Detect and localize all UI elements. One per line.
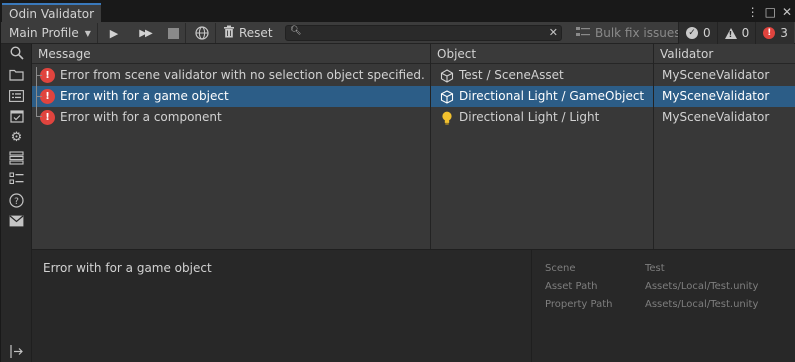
odin-validator-window: Odin Validator ⋮ □ ✕ Main Profile ▼ ▶ ▶▶… <box>0 0 795 362</box>
table-row[interactable]: ! Error with for a game object Direction… <box>32 86 795 107</box>
search-icon[interactable] <box>8 45 25 61</box>
object-cell[interactable]: Directional Light / GameObject <box>440 86 644 107</box>
error-count-toggle[interactable]: ! 3 <box>755 22 794 44</box>
maximize-icon[interactable]: □ <box>765 5 776 19</box>
validator-cell: MySceneValidator <box>662 110 770 124</box>
message-cell: ! Error with for a component <box>40 107 222 128</box>
checklist-icon <box>576 26 590 41</box>
object-text: Directional Light / Light <box>459 110 600 124</box>
message-text: Error from scene validator with no selec… <box>60 68 425 82</box>
validator-cell: MySceneValidator <box>662 68 770 82</box>
check-circle-icon: ✓ <box>686 27 698 39</box>
search-input[interactable] <box>300 26 540 40</box>
title-bar: Odin Validator ⋮ □ ✕ <box>1 1 795 23</box>
chevron-down-icon: ▼ <box>84 28 91 38</box>
stop-icon[interactable] <box>165 22 181 44</box>
exit-icon[interactable] <box>8 343 25 359</box>
close-icon[interactable]: ✕ <box>782 5 792 19</box>
toolbar-divider <box>185 23 186 43</box>
mail-icon[interactable] <box>8 213 25 229</box>
message-text: Error with for a game object <box>60 89 229 103</box>
column-divider[interactable] <box>653 44 654 249</box>
valid-count: 0 <box>703 26 711 40</box>
table-header: Message Object Validator <box>32 44 795 64</box>
profile-dropdown[interactable]: Main Profile ▼ <box>9 22 91 44</box>
message-cell: ! Error with for a game object <box>40 86 229 107</box>
message-text: Error with for a component <box>60 110 222 124</box>
valid-count-toggle[interactable]: ✓ 0 <box>678 22 717 44</box>
folder-icon[interactable] <box>8 67 25 83</box>
warning-count-toggle[interactable]: ! 0 <box>716 22 756 44</box>
table-row[interactable]: ! Error from scene validator with no sel… <box>32 65 795 86</box>
column-header-object[interactable]: Object <box>431 44 476 64</box>
window-tab[interactable]: Odin Validator <box>2 3 101 23</box>
more-options-icon[interactable]: ⋮ <box>747 5 759 19</box>
property-label: Scene <box>545 263 576 274</box>
column-divider[interactable] <box>430 44 431 249</box>
property-value: Assets/Local/Test.unity <box>645 281 759 292</box>
error-count: 3 <box>780 26 788 40</box>
toolbar-divider <box>215 23 216 43</box>
column-header-validator[interactable]: Validator <box>654 44 713 64</box>
results-table: Message Object Validator ! Error from sc… <box>32 44 795 249</box>
svg-text:?: ? <box>14 197 19 207</box>
window-controls: ⋮ □ ✕ <box>747 4 792 20</box>
gear-icon[interactable]: ⚙ <box>8 129 25 145</box>
search-field[interactable]: 🔍︎ ✕ <box>285 25 562 41</box>
property-value: Test <box>645 263 665 274</box>
profile-label: Main Profile <box>9 26 79 40</box>
object-cell[interactable]: Directional Light / Light <box>440 107 599 128</box>
error-icon: ! <box>763 27 776 39</box>
warning-count: 0 <box>741 26 750 40</box>
clear-search-icon[interactable]: ✕ <box>549 26 558 39</box>
cube-icon <box>440 89 454 104</box>
message-cell: ! Error from scene validator with no sel… <box>40 65 425 86</box>
fast-forward-icon[interactable]: ▶▶ <box>134 22 156 44</box>
reset-button[interactable]: Reset <box>223 22 273 44</box>
toolbar: Main Profile ▼ ▶ ▶▶ Reset 🔍︎ ✕ Bulk fix … <box>1 22 795 44</box>
details-panel: Error with for a game object Scene Test … <box>32 249 795 362</box>
light-bulb-icon <box>440 111 454 125</box>
object-text: Test / SceneAsset <box>459 68 564 82</box>
detail-message: Error with for a game object <box>43 261 212 275</box>
unity-icon <box>440 68 454 83</box>
bulk-fix-button[interactable]: Bulk fix issues <box>576 22 681 44</box>
globe-icon[interactable] <box>193 22 211 44</box>
warning-icon: ! <box>724 27 737 39</box>
bulk-fix-label: Bulk fix issues <box>595 26 681 40</box>
validator-cell: MySceneValidator <box>662 89 770 103</box>
object-cell[interactable]: Test / SceneAsset <box>440 65 564 86</box>
sidebar: ⚙ ? <box>1 44 32 362</box>
table-row[interactable]: ! Error with for a component Directional… <box>32 107 795 128</box>
object-text: Directional Light / GameObject <box>459 89 645 103</box>
list-icon[interactable] <box>8 88 25 104</box>
checklist-icon[interactable] <box>8 171 25 187</box>
column-header-message[interactable]: Message <box>32 44 91 64</box>
calendar-check-icon[interactable] <box>8 108 25 124</box>
issue-counts: ✓ 0 ! 0 ! 3 <box>678 22 794 44</box>
trash-icon <box>223 25 235 41</box>
help-icon[interactable]: ? <box>8 192 25 208</box>
play-icon[interactable]: ▶ <box>105 22 123 44</box>
property-label: Asset Path <box>545 281 598 292</box>
tree-lines <box>36 67 44 117</box>
properties-panel: Scene Test Asset Path Assets/Local/Test.… <box>531 250 795 362</box>
layers-icon[interactable] <box>8 150 25 166</box>
property-label: Property Path <box>545 299 613 310</box>
toolbar-divider <box>97 23 98 43</box>
property-value: Assets/Local/Test.unity <box>645 299 759 310</box>
reset-label: Reset <box>239 26 273 40</box>
